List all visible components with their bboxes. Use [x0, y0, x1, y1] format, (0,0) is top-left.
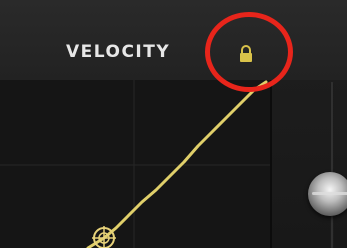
velocity-curve-canvas — [0, 80, 270, 248]
velocity-panel: VELOCITY — [0, 0, 347, 248]
slider-track[interactable] — [330, 82, 334, 248]
slider-thumb[interactable] — [308, 172, 347, 216]
